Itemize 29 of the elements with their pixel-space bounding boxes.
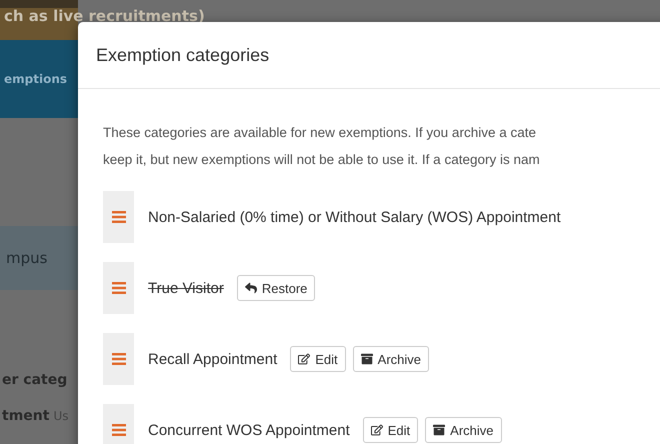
edit-button[interactable]: Edit [362,417,418,443]
edit-icon [370,424,383,436]
banner-text: ch as live recruitments) [4,7,205,25]
category-name: True Visitor [148,280,224,296]
edit-button[interactable]: Edit [290,346,346,372]
nav-tab[interactable]: emptions [4,72,68,86]
description-text: These categories are available for new exemptions. If you archive a cate [103,124,537,142]
category-name: Non-Salaried (0% time) or Without Salary (WOS) Appointment [148,208,561,226]
modal-title: Exemption categories [96,44,270,66]
drag-handle[interactable] [103,191,134,243]
drag-handle-icon [112,282,126,294]
restore-button[interactable]: Restore [236,275,316,301]
drag-handle-icon [112,353,126,365]
archive-button[interactable]: Archive [425,417,502,443]
edit-icon [298,353,310,365]
background-text: er categ [2,372,68,388]
drag-handle-icon [112,211,126,223]
drag-handle-icon [112,424,126,436]
archive-box-icon [433,424,446,436]
archive-box-icon [360,353,373,365]
archive-button[interactable]: Archive [352,346,430,372]
drag-handle[interactable] [103,333,134,385]
background-text: tment [2,408,50,424]
drag-handle[interactable] [103,404,134,444]
category-name: Concurrent WOS Appointment [148,422,350,438]
reply-arrow-icon [244,282,257,294]
description-text: keep it, but new exemptions will not be able to use it. If a category is nam [103,151,541,169]
drag-handle[interactable] [103,262,134,314]
category-name: Recall Appointment [148,350,278,368]
